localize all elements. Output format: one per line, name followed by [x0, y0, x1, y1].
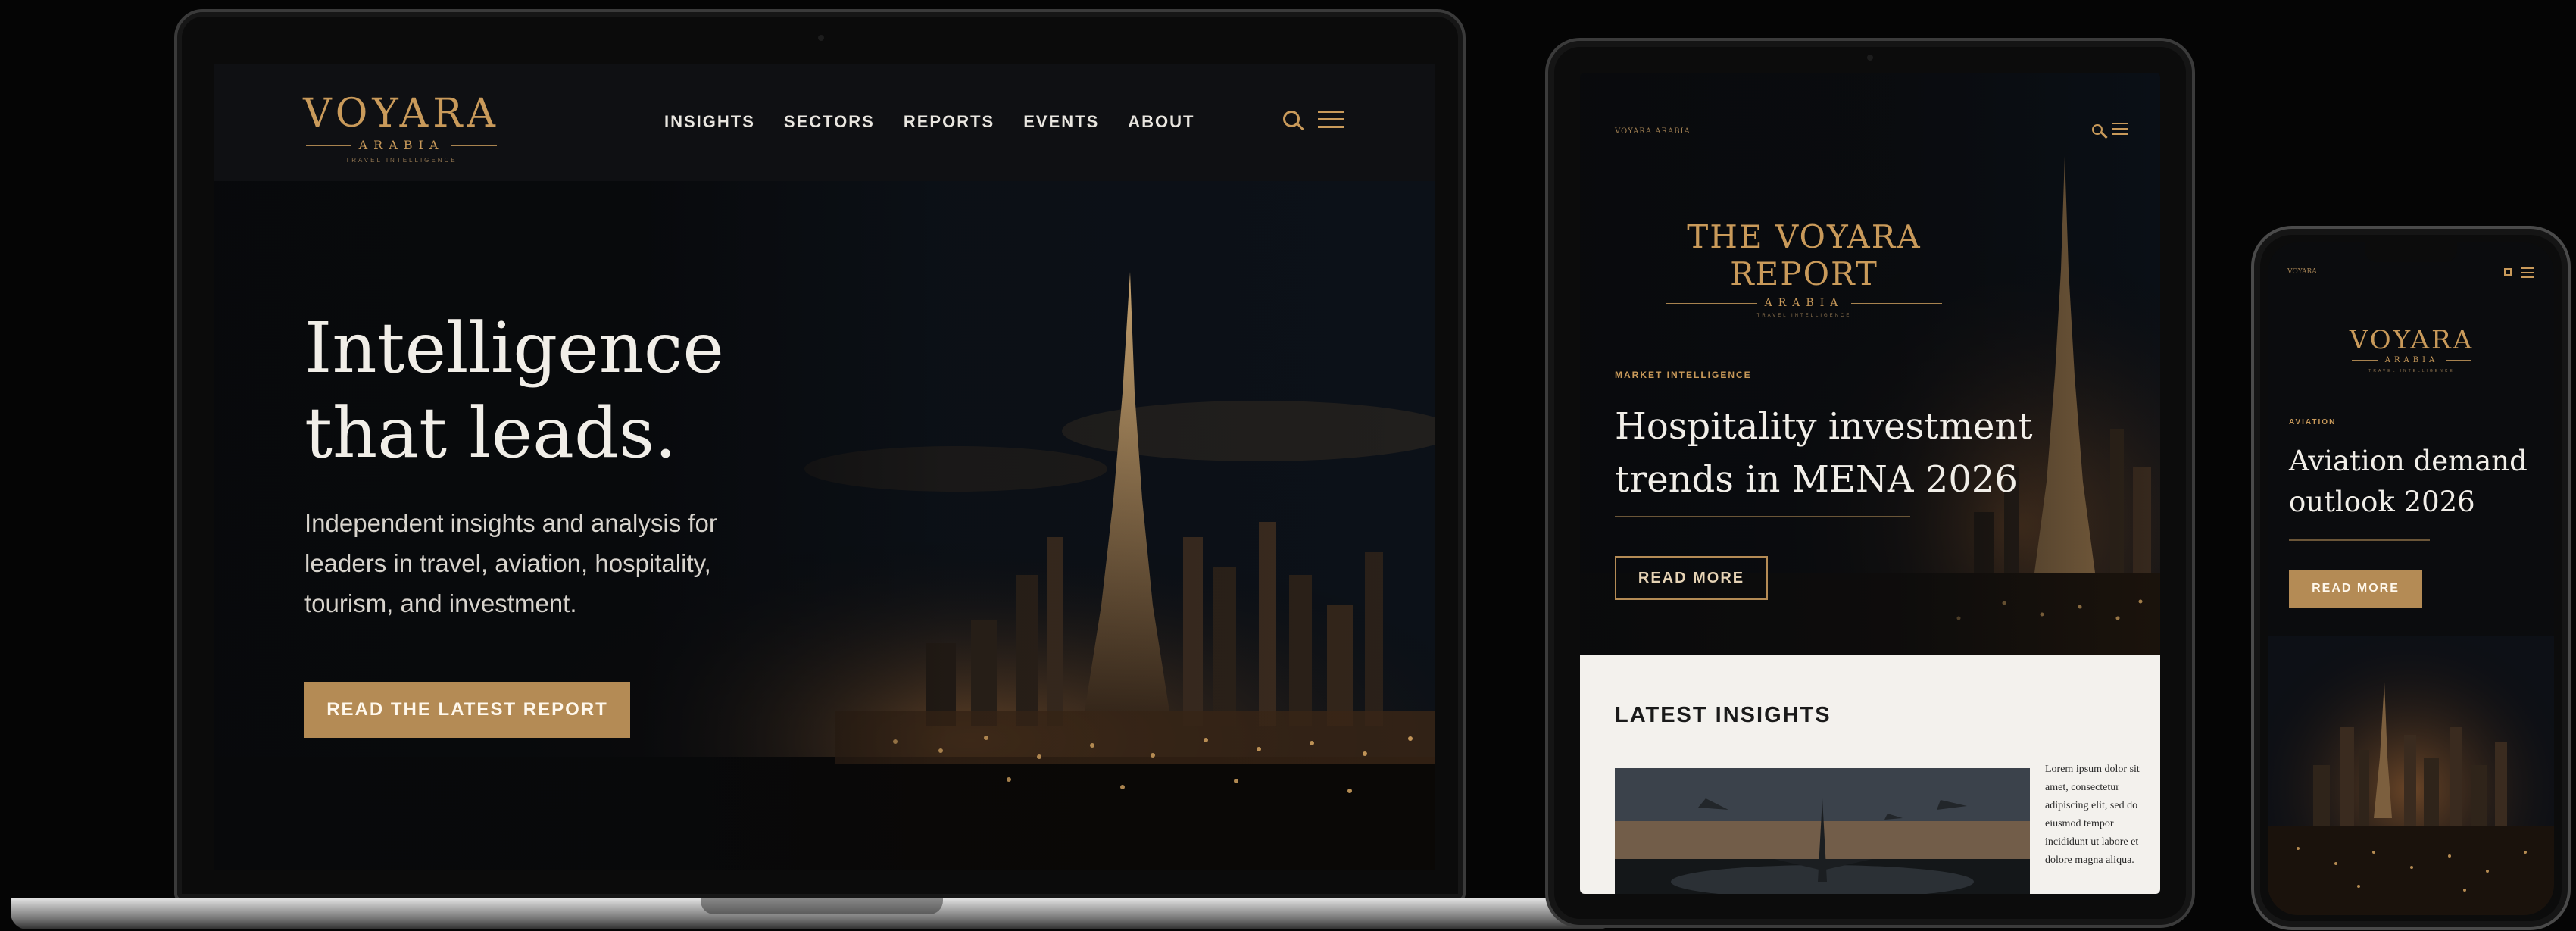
- tablet-screen: VOYARA ARABIA THE VOYARA REPORT ARABIA T…: [1580, 73, 2160, 894]
- article-title[interactable]: Hospitality investment trends in MENA 20…: [1615, 400, 2039, 506]
- nav-reports[interactable]: REPORTS: [904, 112, 994, 132]
- insight-card-image[interactable]: [1615, 768, 2030, 894]
- read-more-button[interactable]: READ MORE: [2289, 570, 2422, 608]
- logo-divider: [451, 144, 498, 146]
- logo-divider: [1666, 302, 1757, 304]
- laptop-screen: VOYARA ARABIA TRAVEL INTELLIGENCE INSIGH…: [214, 64, 1435, 870]
- read-latest-report-button[interactable]: READ THE LATEST REPORT: [304, 682, 630, 738]
- main-nav: INSIGHTS SECTORS REPORTS EVENTS ABOUT: [664, 112, 1194, 132]
- read-more-button[interactable]: READ MORE: [1615, 556, 1768, 600]
- latest-insights-section: LATEST INSIGHTS Lorem ipsum dolor sit am…: [1580, 655, 2160, 894]
- search-icon[interactable]: [1283, 111, 1300, 127]
- logo-divider: [2351, 360, 2378, 361]
- logo-tagline: TRAVEL INTELLIGENCE: [345, 157, 457, 164]
- logo-divider: [1851, 302, 1943, 304]
- search-icon[interactable]: [2092, 124, 2103, 135]
- nav-insights[interactable]: INSIGHTS: [664, 112, 755, 132]
- brand-word: THE VOYARA REPORT: [1687, 218, 1922, 292]
- article-category: AVIATION: [2289, 418, 2337, 426]
- brand-logo[interactable]: VOYARA ARABIA TRAVEL INTELLIGENCE: [303, 94, 500, 164]
- article-category: MARKET INTELLIGENCE: [1615, 370, 1752, 380]
- hero-subtitle: Independent insights and analysis for le…: [304, 509, 717, 617]
- phone-screen: VOYARA VOYARA ARABIA TRAVEL INTELLIGENCE…: [2268, 242, 2554, 915]
- nav-sectors[interactable]: SECTORS: [784, 112, 875, 132]
- menu-icon[interactable]: [2521, 267, 2534, 283]
- logo-divider: [2446, 360, 2472, 361]
- logo-sub: ARABIA: [358, 138, 445, 152]
- nav-about[interactable]: ABOUT: [1128, 112, 1194, 132]
- divider: [2289, 539, 2430, 541]
- menu-icon[interactable]: [1318, 111, 1344, 133]
- laptop-hinge-notch: [701, 898, 943, 914]
- camera-icon: [1867, 55, 1873, 61]
- brand-logo: VOYARA ARABIA TRAVEL INTELLIGENCE: [2336, 327, 2487, 373]
- camera-icon: [818, 35, 824, 41]
- insight-card-excerpt: Lorem ipsum dolor sit amet, consectetur …: [2045, 764, 2140, 866]
- logo-divider: [305, 144, 351, 146]
- site-header: VOYARA ARABIA TRAVEL INTELLIGENCE INSIGH…: [214, 64, 1435, 181]
- article-title[interactable]: Aviation demand outlook 2026: [2289, 441, 2531, 523]
- report-brand-logo: THE VOYARA REPORT ARABIA TRAVEL INTELLIG…: [1615, 218, 1994, 318]
- hero-title: Intelligence that leads.: [304, 306, 835, 476]
- laptop-frame: VOYARA ARABIA TRAVEL INTELLIGENCE INSIGH…: [174, 9, 1466, 901]
- hero-title-line-1: Intelligence: [304, 308, 724, 389]
- logo-tagline: TRAVEL INTELLIGENCE: [2368, 369, 2455, 373]
- logo-word: VOYARA: [303, 91, 500, 136]
- logo-sub: ARABIA: [1764, 297, 1844, 309]
- phone-notch: [2365, 242, 2457, 262]
- device-mockup-stage: VOYARA ARABIA TRAVEL INTELLIGENCE INSIGH…: [0, 0, 2576, 931]
- logo-sub: ARABIA: [2384, 356, 2439, 364]
- menu-icon[interactable]: [2112, 123, 2128, 140]
- divider: [1615, 516, 1910, 517]
- nav-events[interactable]: EVENTS: [1023, 112, 1099, 132]
- hero-title-line-2: that leads.: [304, 392, 677, 473]
- brand-word: VOYARA: [2349, 325, 2475, 355]
- logo-tagline: TRAVEL INTELLIGENCE: [1756, 314, 1852, 318]
- search-icon[interactable]: [2504, 268, 2512, 276]
- section-title: LATEST INSIGHTS: [1615, 703, 1831, 727]
- header-logo[interactable]: VOYARA ARABIA: [1615, 127, 1691, 136]
- phone-frame: VOYARA VOYARA ARABIA TRAVEL INTELLIGENCE…: [2251, 226, 2571, 930]
- header-logo[interactable]: VOYARA: [2287, 268, 2317, 276]
- hero-skyline-image: [2268, 636, 2554, 915]
- tablet-frame: VOYARA ARABIA THE VOYARA REPORT ARABIA T…: [1545, 38, 2195, 928]
